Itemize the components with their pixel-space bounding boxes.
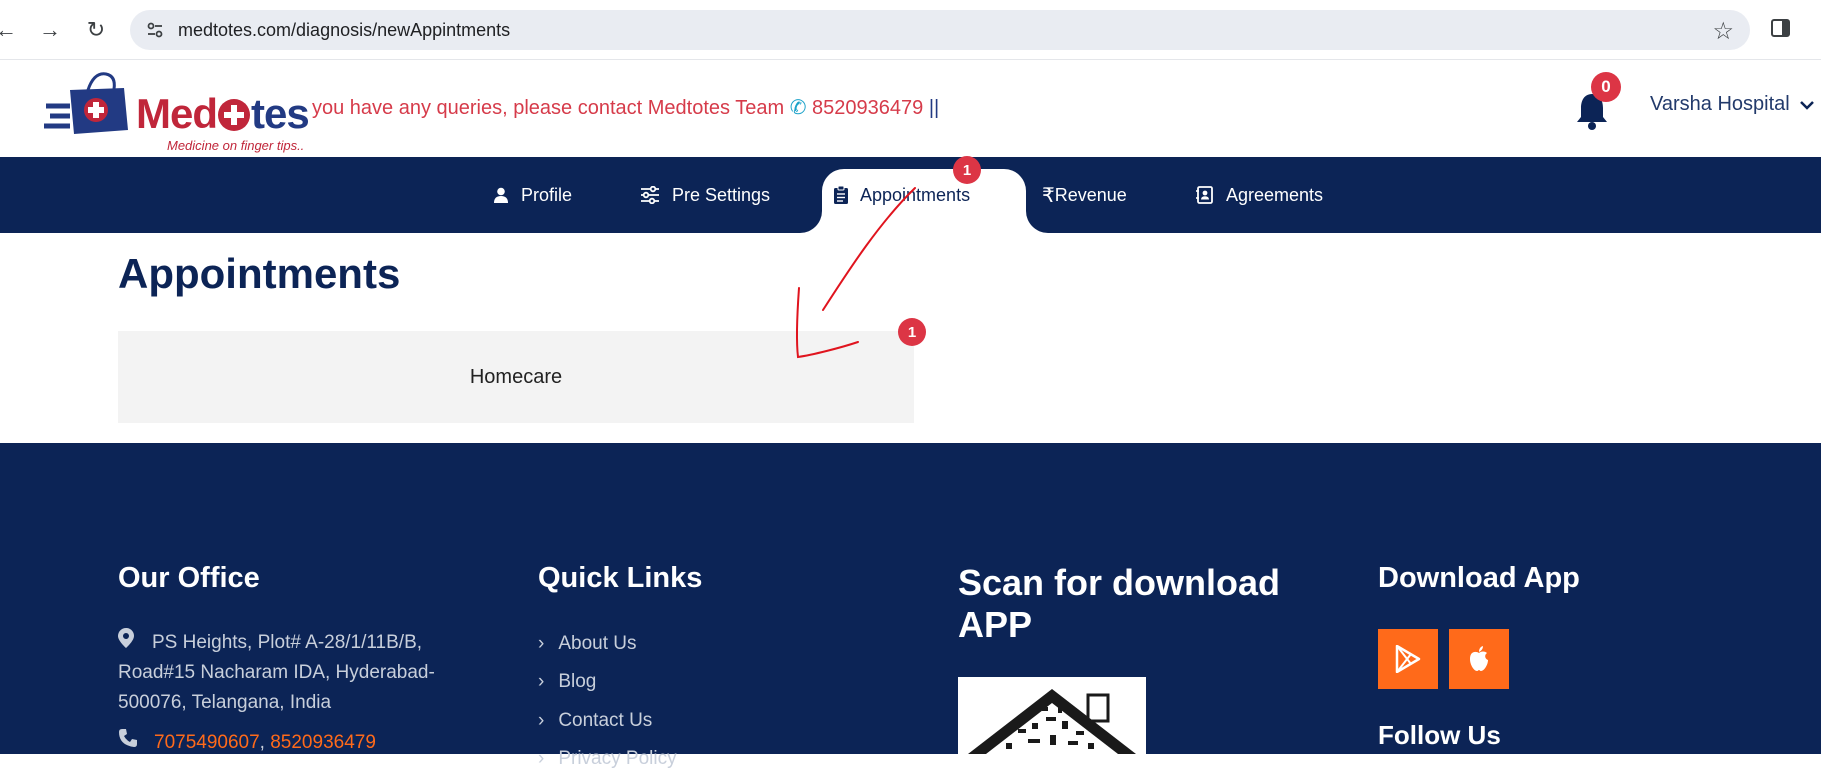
chevron-down-icon (1799, 100, 1814, 110)
clipboard-icon (834, 186, 848, 204)
follow-us-heading: Follow Us (1378, 720, 1501, 750)
nav-profile[interactable]: Profile (493, 157, 572, 233)
chevron-right-icon: › (538, 710, 545, 731)
nav-pre-settings-label: Pre Settings (672, 184, 771, 205)
footer-link-privacy[interactable]: › Privacy Policy (538, 748, 677, 770)
tab-corner-right (1026, 211, 1048, 233)
user-menu[interactable]: Varsha Hospital (1650, 93, 1814, 116)
rupee-icon: ₹ (1042, 184, 1055, 207)
medtotes-logo[interactable]: Med tes Medicine on finger tips.. (44, 70, 314, 153)
office-address: PS Heights, Plot# A-28/1/11B/B, Road#15 … (118, 628, 458, 718)
url-text[interactable]: medtotes.com/diagnosis/newAppintments (178, 20, 510, 41)
play-store-icon (1395, 645, 1421, 673)
medical-cross-icon (218, 99, 250, 131)
tab-corner-left (800, 211, 822, 233)
play-store-button[interactable] (1378, 629, 1438, 689)
quick-links-heading: Quick Links (538, 562, 703, 594)
phone-link-2[interactable]: 8520936479 (270, 732, 376, 753)
chevron-right-icon: › (538, 748, 545, 769)
marquee-phone[interactable]: 8520936479 (812, 97, 923, 119)
phone-link-1[interactable]: 7075490607 (154, 732, 260, 753)
homecare-card[interactable]: Homecare (118, 331, 914, 423)
bookmark-star-icon[interactable]: ☆ (1712, 17, 1734, 46)
nav-pre-settings[interactable]: Pre Settings (640, 157, 770, 233)
logo-tagline: Medicine on finger tips.. (167, 138, 305, 153)
back-arrow-icon[interactable]: ← (0, 16, 20, 44)
nav-agreements[interactable]: Agreements (1196, 157, 1323, 233)
contact-book-icon (1196, 186, 1213, 204)
address-bar[interactable]: medtotes.com/diagnosis/newAppintments ☆ (130, 10, 1750, 50)
appointments-count-badge: 1 (953, 156, 981, 184)
marquee-separator: || (928, 97, 940, 119)
footer-link-contact[interactable]: › Contact Us (538, 710, 652, 732)
location-pin-icon (118, 628, 144, 658)
nav-profile-label: Profile (521, 184, 573, 205)
notification-count-badge: 0 (1591, 72, 1621, 102)
forward-arrow-icon[interactable]: → (36, 16, 64, 44)
page-title: Appointments (118, 250, 401, 297)
logo-wordmark: Med tes (136, 90, 310, 137)
browser-toolbar: ← → ↻ medtotes.com/diagnosis/newAppintme… (0, 0, 1821, 60)
nav-appointments[interactable]: Appointments (834, 169, 970, 221)
marquee-text: you have any queries, please contact Med… (312, 97, 785, 119)
app-qr-code (958, 677, 1146, 754)
nav-revenue[interactable]: ₹ Revenue (1042, 157, 1127, 233)
footer-link-blog[interactable]: › Blog (538, 671, 596, 693)
app-store-button[interactable] (1449, 629, 1509, 689)
download-app-heading: Download App (1378, 562, 1580, 594)
sliders-icon (641, 186, 659, 204)
side-panel-icon[interactable] (1770, 17, 1792, 39)
footer-link-about[interactable]: › About Us (538, 633, 636, 655)
nav-agreements-label: Agreements (1226, 184, 1324, 205)
phone-icon: ✆ (789, 97, 807, 119)
apple-icon (1470, 646, 1488, 671)
contact-marquee: you have any queries, please contact Med… (312, 95, 939, 120)
nav-appointments-label: Appointments (860, 184, 971, 205)
reload-icon[interactable]: ↻ (82, 16, 110, 44)
homecare-count-badge: 1 (898, 318, 926, 346)
our-office-heading: Our Office (118, 562, 260, 594)
user-icon (494, 187, 508, 203)
shopping-bag-logo-icon (44, 72, 128, 134)
site-settings-icon[interactable] (142, 17, 168, 43)
chevron-right-icon: › (538, 671, 545, 692)
user-name: Varsha Hospital (1650, 93, 1790, 115)
site-header: Med tes Medicine on finger tips.. you hav… (0, 60, 1821, 157)
scan-download-heading: Scan for download APP (958, 562, 1281, 645)
nav-revenue-label: Revenue (1054, 184, 1127, 205)
chevron-right-icon: › (538, 633, 545, 654)
homecare-card-label: Homecare (469, 365, 563, 388)
